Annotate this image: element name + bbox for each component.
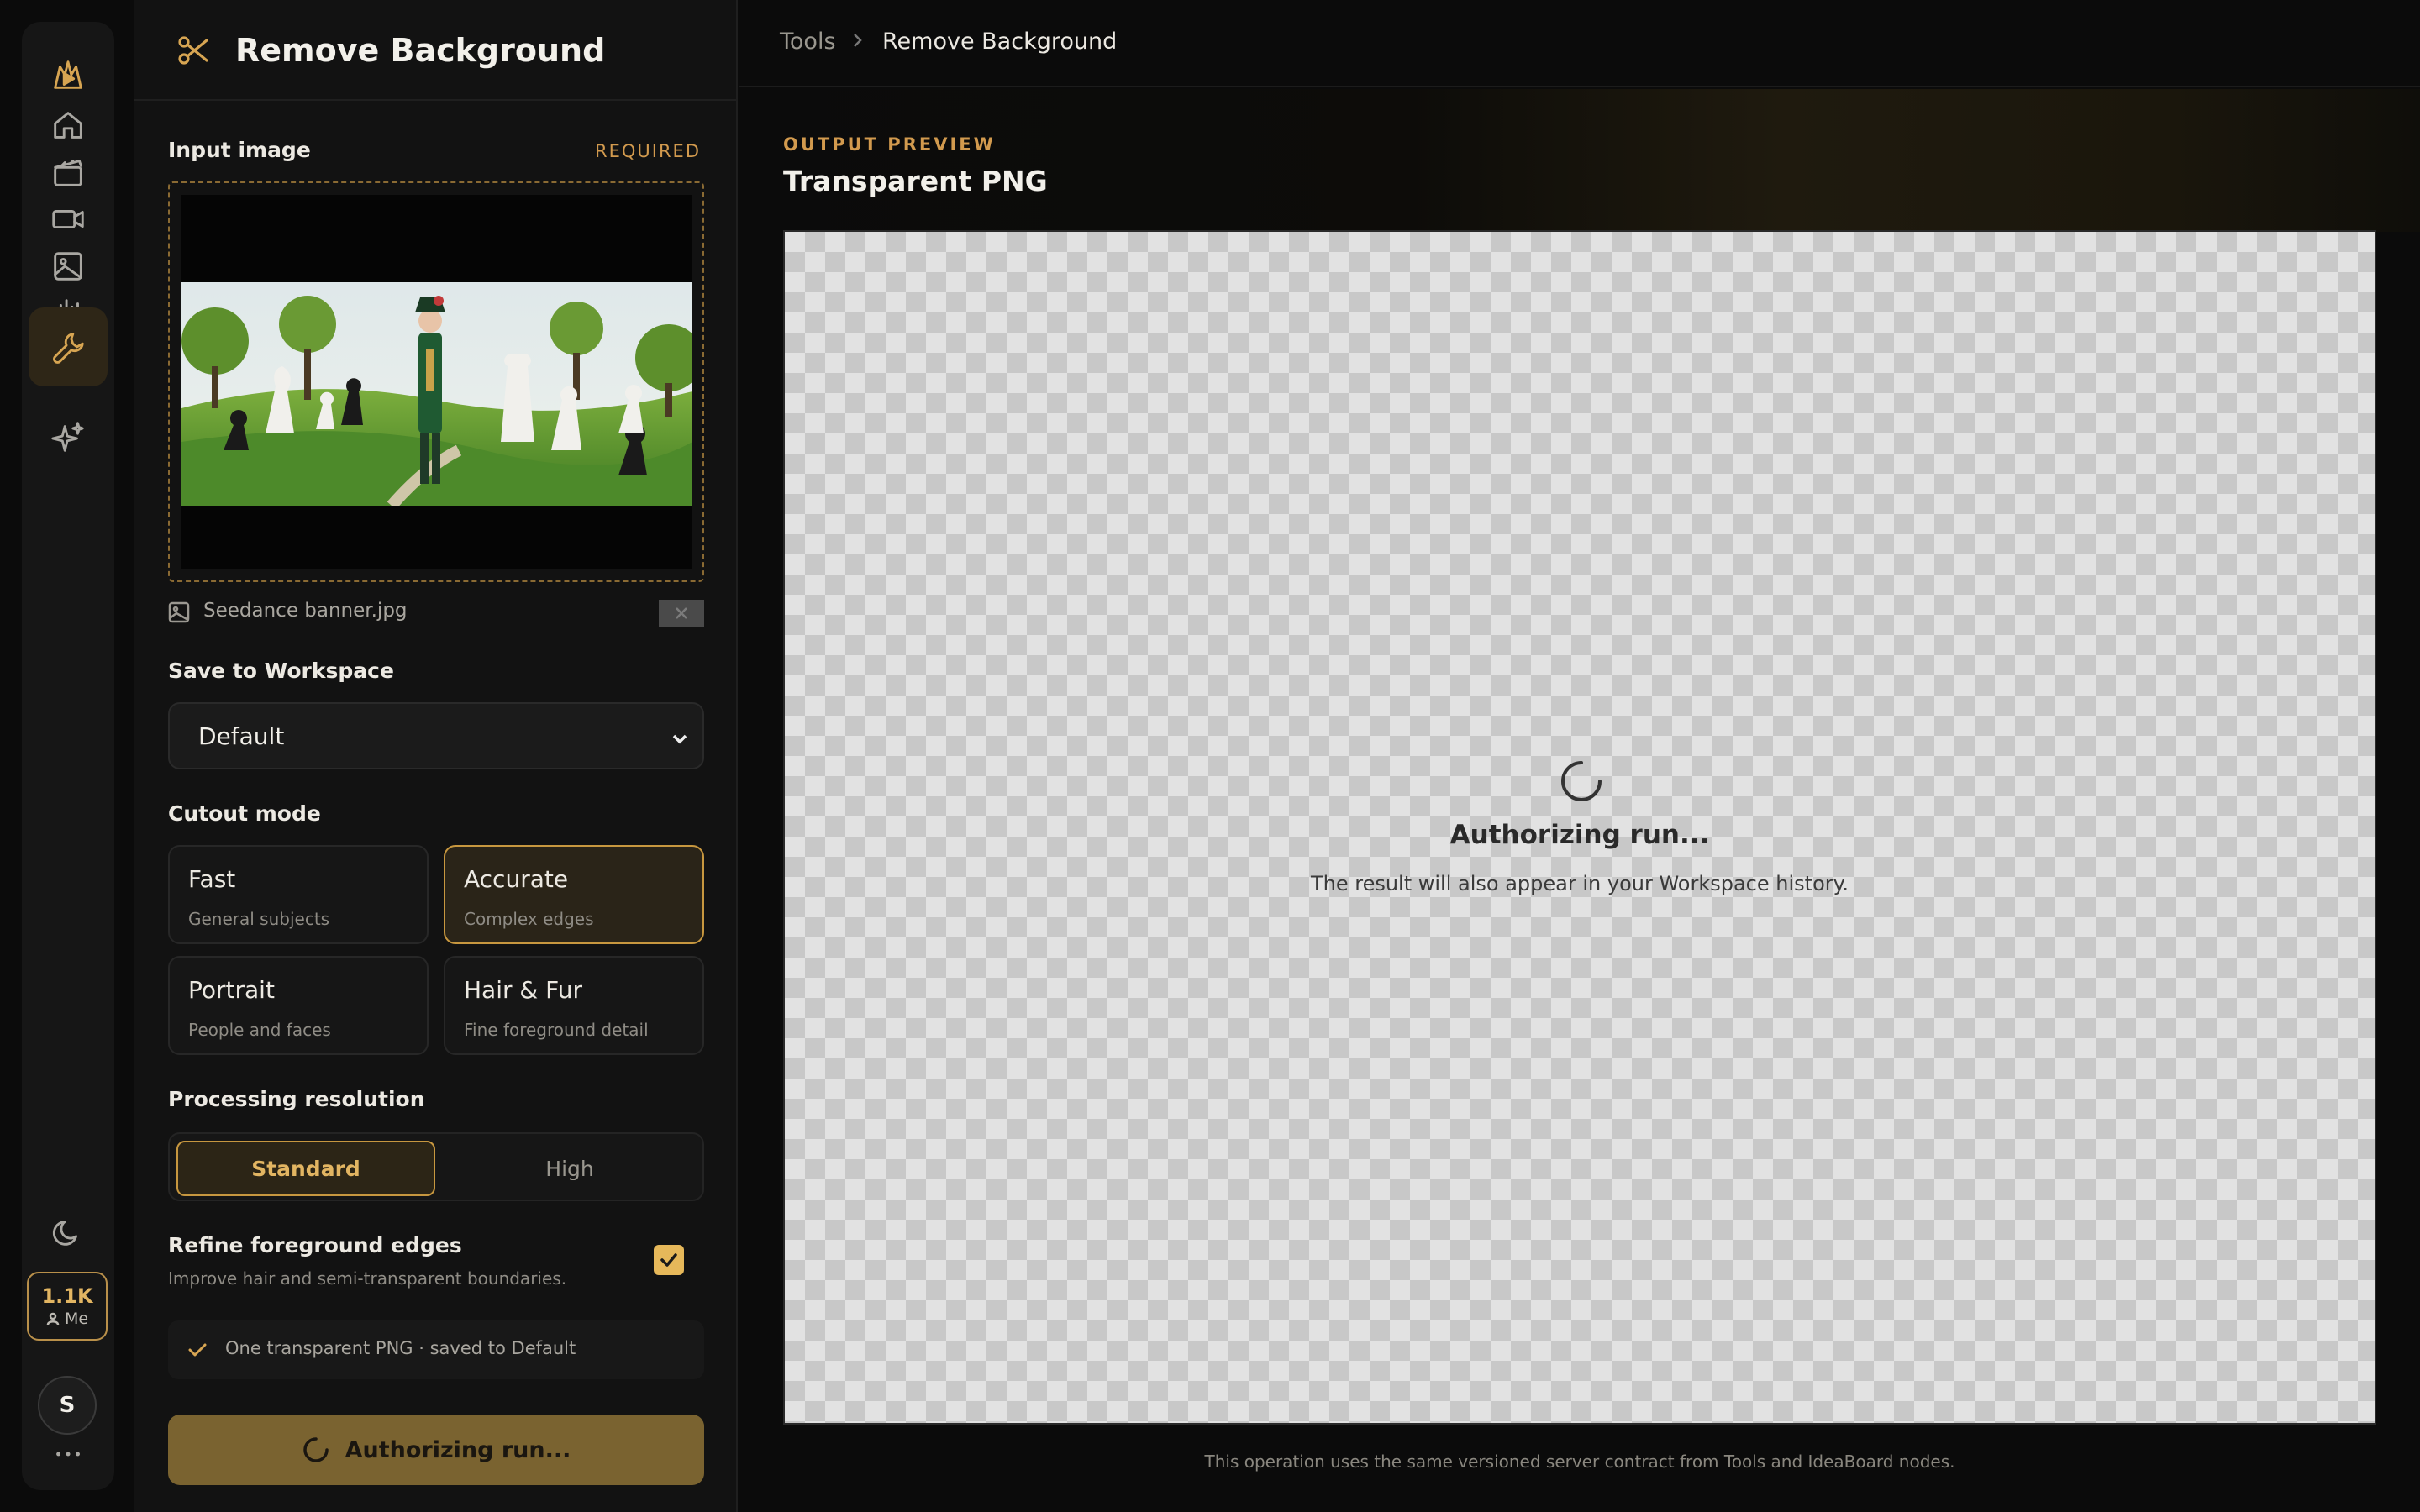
mode-hair-fur-title: Hair & Fur [464,976,582,1004]
selected-file: Seedance banner.jpg [168,598,704,627]
credits-badge[interactable]: 1.1K Me [27,1272,108,1341]
preview-header: OUTPUT PREVIEW Transparent PNG [739,89,2420,232]
refine-edges-help: Improve hair and semi-transparent bounda… [168,1268,567,1289]
breadcrumb-tools[interactable]: Tools [780,29,836,55]
check-icon [660,1253,677,1267]
panel-title: Remove Background [235,32,606,69]
preview-title: Transparent PNG [783,165,1048,197]
loading-spinner-icon [1561,761,1602,801]
workspace-label: Save to Workspace [168,659,394,683]
file-name: Seedance banner.jpg [203,600,408,622]
remove-file-button[interactable] [659,600,704,627]
resolution-label: Processing resolution [168,1087,425,1111]
spinner-icon [302,1437,329,1462]
panel-header: Remove Background [134,0,736,101]
chevron-down-icon [672,734,687,744]
resolution-standard[interactable]: Standard [176,1141,435,1196]
user-icon [46,1312,60,1326]
file-image-icon [168,601,190,623]
mode-fast-title: Fast [188,865,236,893]
check-icon [188,1343,207,1357]
resolution-high[interactable]: High [440,1141,699,1196]
rail-tools[interactable] [29,307,108,386]
run-button[interactable]: Authorizing run... [168,1415,704,1485]
scissors-icon [178,36,208,65]
rail-ai[interactable] [29,398,108,477]
output-summary-text: One transparent PNG · saved to Default [225,1338,576,1358]
moon-icon [52,1221,78,1246]
mode-hair-fur[interactable]: Hair & Fur Fine foreground detail [444,956,704,1055]
workspace-select[interactable]: Default [168,702,704,769]
input-image-thumbnail [182,282,692,506]
status-subtitle: The result will also appear in your Work… [1310,872,1849,895]
sparkles-icon [51,422,84,452]
mode-fast[interactable]: Fast General subjects [168,845,429,944]
mode-portrait[interactable]: Portrait People and faces [168,956,429,1055]
settings-panel: Remove Background Input image REQUIRED S… [134,0,738,1512]
mode-accurate[interactable]: Accurate Complex edges [444,845,704,944]
topbar: Tools Remove Background [739,0,2420,87]
mode-fast-sub: General subjects [188,909,330,929]
preview-eyebrow: OUTPUT PREVIEW [783,134,996,155]
credits-owner-label: Me [64,1310,89,1328]
app-rail: 1.1K Me S [22,22,114,1490]
run-button-label: Authorizing run... [345,1436,571,1463]
status-title: Authorizing run... [1449,820,1710,850]
footnote: This operation uses the same versioned s… [1204,1452,1955,1472]
more-dots-icon [56,1452,80,1457]
credits-owner: Me [46,1309,88,1329]
mode-portrait-sub: People and faces [188,1020,331,1040]
more-menu[interactable] [29,1415,108,1494]
mode-accurate-title: Accurate [464,865,569,893]
output-canvas: Authorizing run... The result will also … [783,230,2376,1425]
close-icon [676,607,687,619]
input-image-label: Input image [168,138,311,162]
mode-portrait-title: Portrait [188,976,275,1004]
chevron-right-icon [854,34,862,47]
image-preview [182,195,692,569]
workspace-select-value: Default [198,722,285,750]
cutout-mode-label: Cutout mode [168,801,321,826]
mode-hair-fur-sub: Fine foreground detail [464,1020,649,1040]
required-badge: REQUIRED [595,141,701,161]
wrench-icon [53,333,84,364]
refine-edges-label: Refine foreground edges [168,1233,462,1257]
refine-edges-checkbox[interactable] [654,1245,684,1275]
credits-value: 1.1K [41,1284,93,1308]
mode-accurate-sub: Complex edges [464,909,594,929]
output-summary: One transparent PNG · saved to Default [168,1320,704,1379]
theme-toggle[interactable] [29,1192,108,1271]
breadcrumb-current: Remove Background [882,29,1118,55]
resolution-segmented: Standard High [168,1132,704,1201]
image-dropzone[interactable] [168,181,704,582]
